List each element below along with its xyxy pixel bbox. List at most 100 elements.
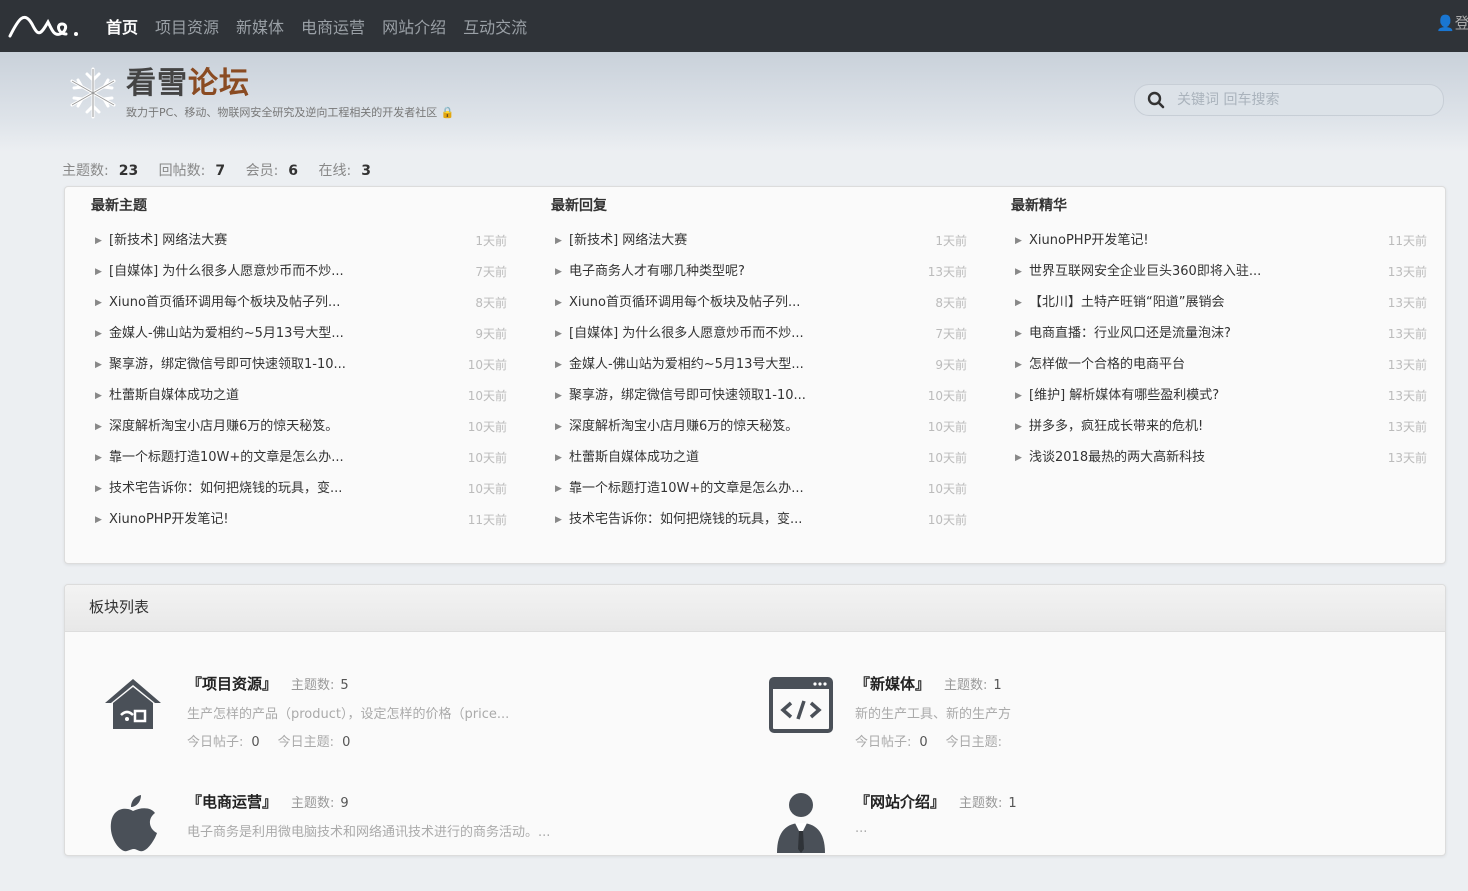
thread-title-link[interactable]: 杜蕾斯自媒体成功之道 (109, 386, 419, 406)
list-item[interactable]: ▶ 【北川】土特产旺销“阳道”展销会 13天前 (1007, 293, 1427, 324)
list-item[interactable]: ▶ 聚享游，绑定微信号即可快速领取1-10... 10天前 (87, 355, 507, 386)
thread-title-link[interactable]: [新技术] 网络法大赛 (109, 231, 419, 251)
thread-title-link[interactable]: 金媒人-佛山站为爱相约~5月13号大型... (109, 324, 419, 344)
thread-title-link[interactable]: [自媒体] 为什么很多人愿意炒币而不炒... (569, 324, 879, 344)
thread-time: 10天前 (927, 420, 967, 434)
thread-title-link[interactable]: 靠一个标题打造10W+的文章是怎么办... (569, 479, 879, 499)
thread-title-link[interactable]: 杜蕾斯自媒体成功之道 (569, 448, 879, 468)
thread-time: 11天前 (467, 513, 507, 527)
thread-title-link[interactable]: 金媒人-佛山站为爱相约~5月13号大型... (569, 355, 879, 375)
nav-project-resources[interactable]: 项目资源 (155, 14, 219, 38)
replies-count-label: 回帖数: (158, 163, 206, 179)
thread-title-link[interactable]: [新技术] 网络法大赛 (569, 231, 879, 251)
latest-replies-title: 最新回复 (551, 198, 607, 214)
list-item[interactable]: ▶ [自媒体] 为什么很多人愿意炒币而不炒... 7天前 (87, 262, 507, 293)
list-item[interactable]: ▶ XiunoPHP开发笔记! 11天前 (1007, 231, 1427, 262)
search-icon[interactable] (1147, 91, 1165, 109)
thread-title-link[interactable]: 世界互联网安全企业巨头360即将入驻... (1029, 262, 1339, 282)
login-link[interactable]: 👤登录 (1436, 12, 1468, 33)
list-item[interactable]: ▶ XiunoPHP开发笔记! 11天前 (87, 510, 507, 541)
thread-title-link[interactable]: XiunoPHP开发笔记! (1029, 231, 1339, 251)
caret-right-icon: ▶ (1015, 298, 1022, 308)
list-item[interactable]: ▶ Xiuno首页循环调用每个板块及帖子列... 8天前 (547, 293, 967, 324)
thread-title-link[interactable]: 聚享游，绑定微信号即可快速领取1-10... (109, 355, 419, 375)
thread-time: 13天前 (1387, 296, 1427, 310)
nav-new-media[interactable]: 新媒体 (236, 14, 284, 38)
caret-right-icon: ▶ (555, 236, 562, 246)
house-icon (105, 679, 161, 729)
board-title[interactable]: 『新媒体』 主题数: 1 (855, 673, 1002, 694)
list-item[interactable]: ▶ 怎样做一个合格的电商平台 13天前 (1007, 355, 1427, 386)
thread-title-link[interactable]: 【北川】土特产旺销“阳道”展销会 (1029, 293, 1339, 313)
list-item[interactable]: ▶ 世界互联网安全企业巨头360即将入驻... 13天前 (1007, 262, 1427, 293)
list-item[interactable]: ▶ [新技术] 网络法大赛 1天前 (87, 231, 507, 262)
board-item-site-intro[interactable]: 『网站介绍』 主题数: 1 ... (769, 791, 1369, 891)
list-item[interactable]: ▶ 浅谈2018最热的两大高新科技 13天前 (1007, 448, 1427, 479)
thread-title-link[interactable]: [维护] 解析媒体有哪些盈利模式? (1029, 386, 1339, 406)
board-item-new-media[interactable]: 『新媒体』 主题数: 1 新的生产工具、新的生产方 今日帖子: 0 今日主题: (769, 673, 1041, 773)
thread-title-link[interactable]: 电子商务人才有哪几种类型呢? (569, 262, 879, 282)
list-item[interactable]: ▶ 深度解析淘宝小店月赚6万的惊天秘笈。 10天前 (547, 417, 967, 448)
list-item[interactable]: ▶ 技术宅告诉你：如何把烧钱的玩具，变... 10天前 (547, 510, 967, 541)
thread-title-link[interactable]: 深度解析淘宝小店月赚6万的惊天秘笈。 (569, 417, 879, 437)
login-label: 登录 (1454, 14, 1468, 32)
board-title[interactable]: 『网站介绍』 主题数: 1 (855, 791, 1017, 812)
site-logo-icon[interactable] (4, 0, 94, 52)
thread-time: 10天前 (467, 451, 507, 465)
search-input[interactable] (1175, 91, 1429, 109)
thread-title-link[interactable]: XiunoPHP开发笔记! (109, 510, 419, 530)
nav-site-intro[interactable]: 网站介绍 (382, 14, 446, 38)
board-name: 『网站介绍』 (855, 793, 946, 811)
thread-title-link[interactable]: [自媒体] 为什么很多人愿意炒币而不炒... (109, 262, 419, 282)
site-title[interactable]: 看雪论坛 (126, 66, 455, 102)
list-item[interactable]: ▶ Xiuno首页循环调用每个板块及帖子列... 8天前 (87, 293, 507, 324)
thread-title-link[interactable]: 电商直播：行业风口还是流量泡沫? (1029, 324, 1339, 344)
online-count: 3 (361, 163, 371, 179)
thread-title-link[interactable]: 浅谈2018最热的两大高新科技 (1029, 448, 1339, 468)
thread-title-link[interactable]: 怎样做一个合格的电商平台 (1029, 355, 1339, 375)
thread-title-link[interactable]: 靠一个标题打造10W+的文章是怎么办... (109, 448, 419, 468)
list-item[interactable]: ▶ 杜蕾斯自媒体成功之道 10天前 (87, 386, 507, 417)
board-title[interactable]: 『项目资源』 主题数: 5 (187, 673, 349, 694)
latest-digest-title: 最新精华 (1011, 198, 1067, 214)
list-item[interactable]: ▶ 电子商务人才有哪几种类型呢? 13天前 (547, 262, 967, 293)
thread-title-link[interactable]: 技术宅告诉你：如何把烧钱的玩具，变... (109, 479, 419, 499)
list-item[interactable]: ▶ 技术宅告诉你：如何把烧钱的玩具，变... 10天前 (87, 479, 507, 510)
list-item[interactable]: ▶ [维护] 解析媒体有哪些盈利模式? 13天前 (1007, 386, 1427, 417)
thread-title-link[interactable]: 深度解析淘宝小店月赚6万的惊天秘笈。 (109, 417, 419, 437)
list-item[interactable]: ▶ 杜蕾斯自媒体成功之道 10天前 (547, 448, 967, 479)
list-item[interactable]: ▶ 金媒人-佛山站为爱相约~5月13号大型... 9天前 (547, 355, 967, 386)
board-item-ecommerce[interactable]: 『电商运营』 主题数: 9 电子商务是利用微电脑技术和网络通讯技术进行的商务活动。.… (101, 791, 701, 891)
list-item[interactable]: ▶ 电商直播：行业风口还是流量泡沫? 13天前 (1007, 324, 1427, 355)
caret-right-icon: ▶ (1015, 329, 1022, 339)
board-item-project-resources[interactable]: 『项目资源』 主题数: 5 生产怎样的产品（product），设定怎样的价格（pri… (101, 673, 701, 773)
list-item[interactable]: ▶ 拼多多，疯狂成长带来的危机! 13天前 (1007, 417, 1427, 448)
thread-time: 10天前 (927, 513, 967, 527)
caret-right-icon: ▶ (1015, 360, 1022, 370)
list-item[interactable]: ▶ 深度解析淘宝小店月赚6万的惊天秘笈。 10天前 (87, 417, 507, 448)
list-item[interactable]: ▶ 聚享游，绑定微信号即可快速领取1-10... 10天前 (547, 386, 967, 417)
list-item[interactable]: ▶ 金媒人-佛山站为爱相约~5月13号大型... 9天前 (87, 324, 507, 355)
list-item[interactable]: ▶ [自媒体] 为什么很多人愿意炒币而不炒... 7天前 (547, 324, 967, 355)
caret-right-icon: ▶ (555, 422, 562, 432)
nav-ecommerce[interactable]: 电商运营 (301, 14, 365, 38)
caret-right-icon: ▶ (555, 484, 562, 494)
list-item[interactable]: ▶ 靠一个标题打造10W+的文章是怎么办... 10天前 (87, 448, 507, 479)
thread-title-link[interactable]: 聚享游，绑定微信号即可快速领取1-10... (569, 386, 879, 406)
thread-time: 1天前 (475, 234, 507, 248)
list-item[interactable]: ▶ [新技术] 网络法大赛 1天前 (547, 231, 967, 262)
thread-title-link[interactable]: 拼多多，疯狂成长带来的危机! (1029, 417, 1339, 437)
thread-title-link[interactable]: Xiuno首页循环调用每个板块及帖子列... (569, 293, 879, 313)
caret-right-icon: ▶ (95, 236, 102, 246)
thread-title-link[interactable]: 技术宅告诉你：如何把烧钱的玩具，变... (569, 510, 879, 530)
latest-topics-column: 最新主题 ▶ [新技术] 网络法大赛 1天前 ▶ [自媒体] 为什么很多人愿意炒币而不炒… (87, 195, 507, 541)
board-topics-count: 主题数: 5 (291, 678, 349, 693)
topics-count: 23 (118, 163, 139, 179)
thread-time: 7天前 (935, 327, 967, 341)
nav-home[interactable]: 首页 (106, 14, 138, 38)
today-posts-label: 今日帖子: (187, 735, 244, 750)
thread-title-link[interactable]: Xiuno首页循环调用每个板块及帖子列... (109, 293, 419, 313)
nav-interaction[interactable]: 互动交流 (463, 14, 527, 38)
board-title[interactable]: 『电商运营』 主题数: 9 (187, 791, 349, 812)
list-item[interactable]: ▶ 靠一个标题打造10W+的文章是怎么办... 10天前 (547, 479, 967, 510)
